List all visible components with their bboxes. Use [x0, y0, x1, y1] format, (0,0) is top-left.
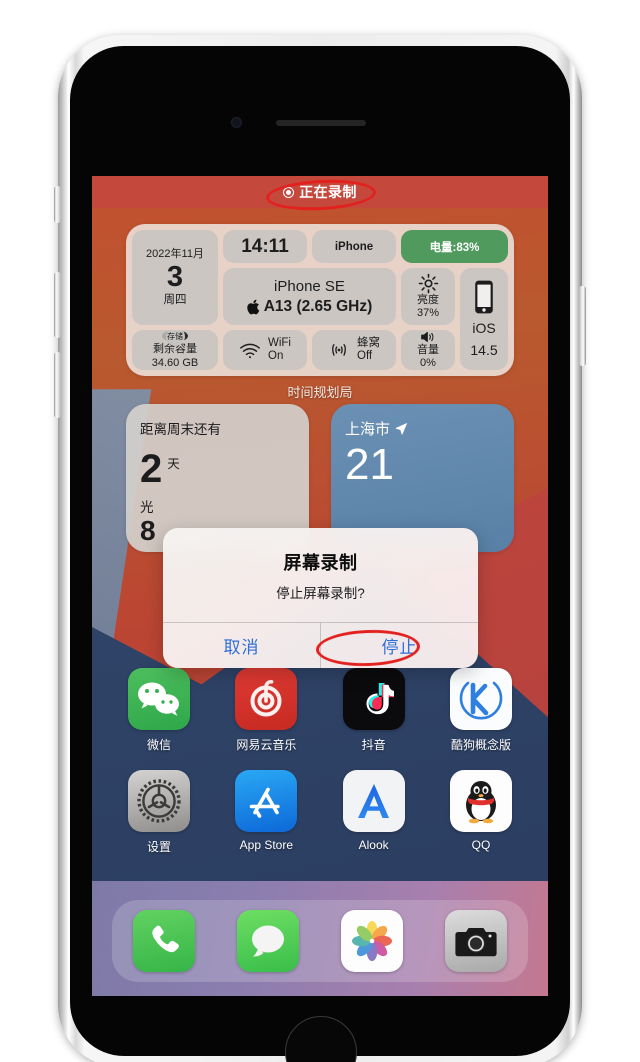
os-version: 14.5 [470, 342, 498, 358]
messages-icon[interactable] [237, 910, 299, 972]
storage-ring-label: 存储 [167, 331, 183, 341]
widget-wifi-cell: WiFi On [223, 330, 307, 370]
app-app-store[interactable]: App Store [223, 770, 309, 855]
wifi-kv: WiFi On [268, 337, 291, 363]
weather-temperature: 21 [345, 440, 394, 489]
widget-os-cell: iOS 14.5 [460, 268, 508, 370]
os-name: iOS [472, 320, 496, 336]
widget-chip-soc: A13 (2.65 GHz) [263, 297, 373, 315]
earpiece-speaker [276, 120, 366, 126]
app-grid-row-2: 设置 App Store Alook QQ [116, 770, 524, 855]
volume-label: 音量 [417, 344, 439, 356]
weekend-label: 距离周末还有 [140, 422, 221, 437]
apple-logo-icon [247, 299, 259, 314]
location-arrow-icon [395, 422, 408, 435]
recording-banner-label: 正在录制 [299, 184, 357, 200]
system-info-widget[interactable]: 2022年11月 3 周四 14:11 iPhone 电量:83% 存储 剩余容… [126, 224, 514, 376]
cellular-kv: 蜂窝 Off [357, 337, 380, 363]
widget-year-month: 2022年11月 [146, 248, 204, 260]
widget-storage-cell: 存储 剩余容量 34.60 GB [132, 330, 218, 370]
weather-city: 上海市 [345, 421, 391, 438]
widget-battery-cell: 电量:83% [401, 230, 508, 263]
widget-day: 3 [166, 261, 184, 293]
alook-browser-icon[interactable] [342, 770, 405, 832]
phone-screen: 正在录制 2022年11月 3 周四 14:11 iPhone 电量:83% 存… [92, 176, 548, 996]
volume-up-button[interactable] [54, 272, 61, 338]
alert-message: 停止屏幕录制? [276, 585, 365, 601]
app-alook[interactable]: Alook [331, 770, 417, 855]
weekend-value-row: 2 天 [140, 449, 295, 489]
douyin-icon[interactable] [342, 668, 405, 730]
weather-city-row: 上海市 [345, 418, 500, 439]
alert-title: 屏幕录制 [283, 552, 358, 573]
cellular-label: 蜂窝 [357, 337, 380, 349]
wifi-icon [240, 343, 260, 358]
widget-cellular-cell: 蜂窝 Off [312, 330, 396, 370]
mute-switch[interactable] [54, 186, 61, 223]
app-netease-music[interactable]: 网易云音乐 [223, 668, 309, 753]
app-label: 设置 [146, 840, 171, 854]
volume-down-button[interactable] [54, 352, 61, 418]
speaker-icon [421, 331, 434, 343]
photos-icon[interactable] [341, 910, 403, 972]
wifi-label: WiFi [268, 337, 291, 349]
qq-penguin-icon[interactable] [449, 770, 512, 832]
settings-gear-icon[interactable] [128, 770, 190, 832]
widget-brightness-cell: 亮度 37% [401, 268, 455, 325]
widget-date-cell: 2022年11月 3 周四 [132, 230, 218, 325]
widget-weekday: 周四 [163, 294, 187, 306]
weekend-value: 2 [140, 447, 163, 491]
app-label: 抖音 [361, 738, 386, 752]
app-label: 酷狗概念版 [450, 738, 511, 752]
power-button[interactable] [579, 286, 586, 366]
app-qq[interactable]: QQ [438, 770, 524, 855]
widget-volume-cell: 音量 0% [401, 330, 455, 370]
widget-device-label-cell: iPhone [312, 230, 396, 263]
front-camera-icon [231, 117, 242, 128]
app-grid-row-1: 微信 网易云音乐 抖音 酷狗概念版 [116, 668, 524, 753]
dock [112, 900, 528, 982]
alert-actions: 取消 停止 [163, 622, 478, 668]
record-dot-icon [283, 186, 295, 198]
app-label: 网易云音乐 [236, 738, 297, 752]
app-douyin[interactable]: 抖音 [331, 668, 417, 753]
app-label: Alook [358, 838, 389, 852]
screenshot-canvas: 正在录制 2022年11月 3 周四 14:11 iPhone 电量:83% 存… [0, 0, 640, 1062]
widget-caption: 时间规划局 [287, 385, 353, 400]
iphone-device-icon [475, 280, 493, 314]
alert-body: 屏幕录制 停止屏幕录制? [163, 528, 478, 622]
phone-icon[interactable] [133, 910, 195, 972]
screen-recording-alert: 屏幕录制 停止屏幕录制? 取消 停止 [163, 528, 478, 668]
cellular-icon [332, 344, 346, 356]
app-label: App Store [239, 838, 294, 852]
app-kugou-concept[interactable]: 酷狗概念版 [438, 668, 524, 753]
wechat-icon[interactable] [128, 668, 190, 730]
kugou-concept-icon[interactable] [449, 668, 512, 730]
app-wechat[interactable]: 微信 [116, 668, 202, 753]
storage-value: 34.60 GB [151, 357, 199, 369]
wifi-state: On [268, 350, 284, 362]
widget-time-cell: 14:11 [223, 230, 307, 263]
brightness-sun-icon [418, 273, 438, 294]
stop-button[interactable]: 停止 [321, 623, 478, 668]
app-label: 微信 [146, 738, 171, 752]
widget-chip-model: iPhone SE [274, 277, 345, 295]
cellular-state: Off [357, 350, 373, 362]
app-store-icon[interactable] [235, 770, 298, 832]
widget-chip-cell: iPhone SE A13 (2.65 GHz) [223, 268, 396, 325]
volume-value: 0% [420, 357, 436, 369]
widget-chip-soc-row: A13 (2.65 GHz) [247, 297, 373, 316]
brightness-label: 亮度 [417, 294, 439, 306]
weekend-unit: 天 [167, 457, 180, 471]
weekend-label-2: 光 [140, 500, 154, 515]
recording-status-banner[interactable]: 正在录制 [92, 176, 548, 208]
netease-music-icon[interactable] [235, 668, 298, 730]
app-label: QQ [471, 838, 491, 852]
cancel-button[interactable]: 取消 [163, 623, 321, 668]
camera-icon[interactable] [445, 910, 507, 972]
app-settings[interactable]: 设置 [116, 770, 202, 855]
brightness-value: 37% [416, 307, 440, 319]
storage-ring-icon: 存储 [162, 330, 188, 346]
